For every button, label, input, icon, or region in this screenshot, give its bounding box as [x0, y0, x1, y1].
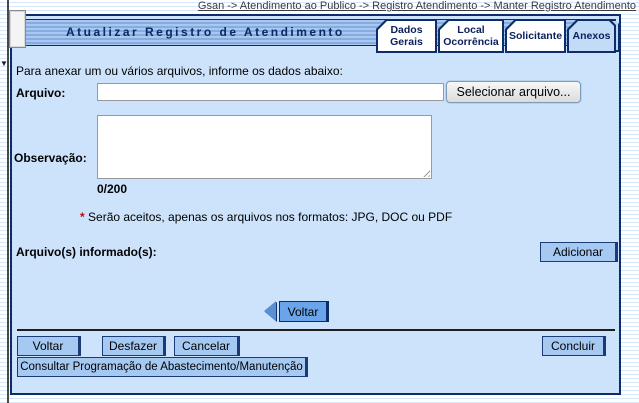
tab-label: Local Ocorrência [442, 24, 500, 48]
cancelar-button[interactable]: Cancelar [174, 336, 240, 356]
frame-divider [7, 0, 9, 403]
consultar-programacao-button[interactable]: Consultar Programação de Abastecimento/M… [17, 357, 308, 377]
char-counter: 0/200 [97, 182, 127, 196]
voltar-button[interactable]: Voltar [17, 336, 81, 356]
scrollbar-remnant[interactable] [9, 10, 26, 48]
breadcrumb[interactable]: Gsan -> Atendimento ao Publico -> Regist… [0, 0, 636, 13]
observacao-label: Observação: [14, 151, 87, 165]
tab-local-ocorrencia[interactable]: Local Ocorrência [438, 19, 504, 53]
tab-label: Dados Gerais [380, 24, 433, 48]
arquivo-input[interactable] [97, 83, 444, 101]
adicionar-button[interactable]: Adicionar [540, 242, 618, 262]
concluir-button[interactable]: Concluir [542, 336, 606, 356]
observacao-textarea[interactable] [97, 115, 432, 179]
tab-label: Anexos [573, 30, 611, 42]
tab-dados-gerais[interactable]: Dados Gerais [376, 19, 437, 53]
dropdown-arrow-icon: ▼ [0, 59, 7, 69]
tab-solicitante[interactable]: Solicitante [505, 19, 566, 53]
footer-divider [17, 329, 615, 331]
desfazer-button[interactable]: Desfazer [102, 336, 166, 356]
formats-note: Serão aceitos, apenas os arquivos nos fo… [88, 210, 452, 224]
main-panel: Atualizar Registro de Atendimento Dados … [10, 14, 621, 395]
page-title: Atualizar Registro de Atendimento [66, 20, 345, 45]
tab-label: Solicitante [509, 30, 562, 42]
arquivo-label: Arquivo: [16, 86, 65, 100]
select-file-button[interactable]: Selecionar arquivo... [446, 81, 581, 103]
back-arrow-icon[interactable] [264, 301, 276, 321]
arquivos-informados-label: Arquivo(s) informado(s): [16, 245, 157, 259]
tab-anexos[interactable]: Anexos [567, 19, 616, 53]
intro-text: Para anexar um ou vários arquivos, infor… [16, 64, 343, 78]
required-asterisk: * [80, 210, 85, 224]
voltar-center-button[interactable]: Voltar [279, 301, 329, 322]
